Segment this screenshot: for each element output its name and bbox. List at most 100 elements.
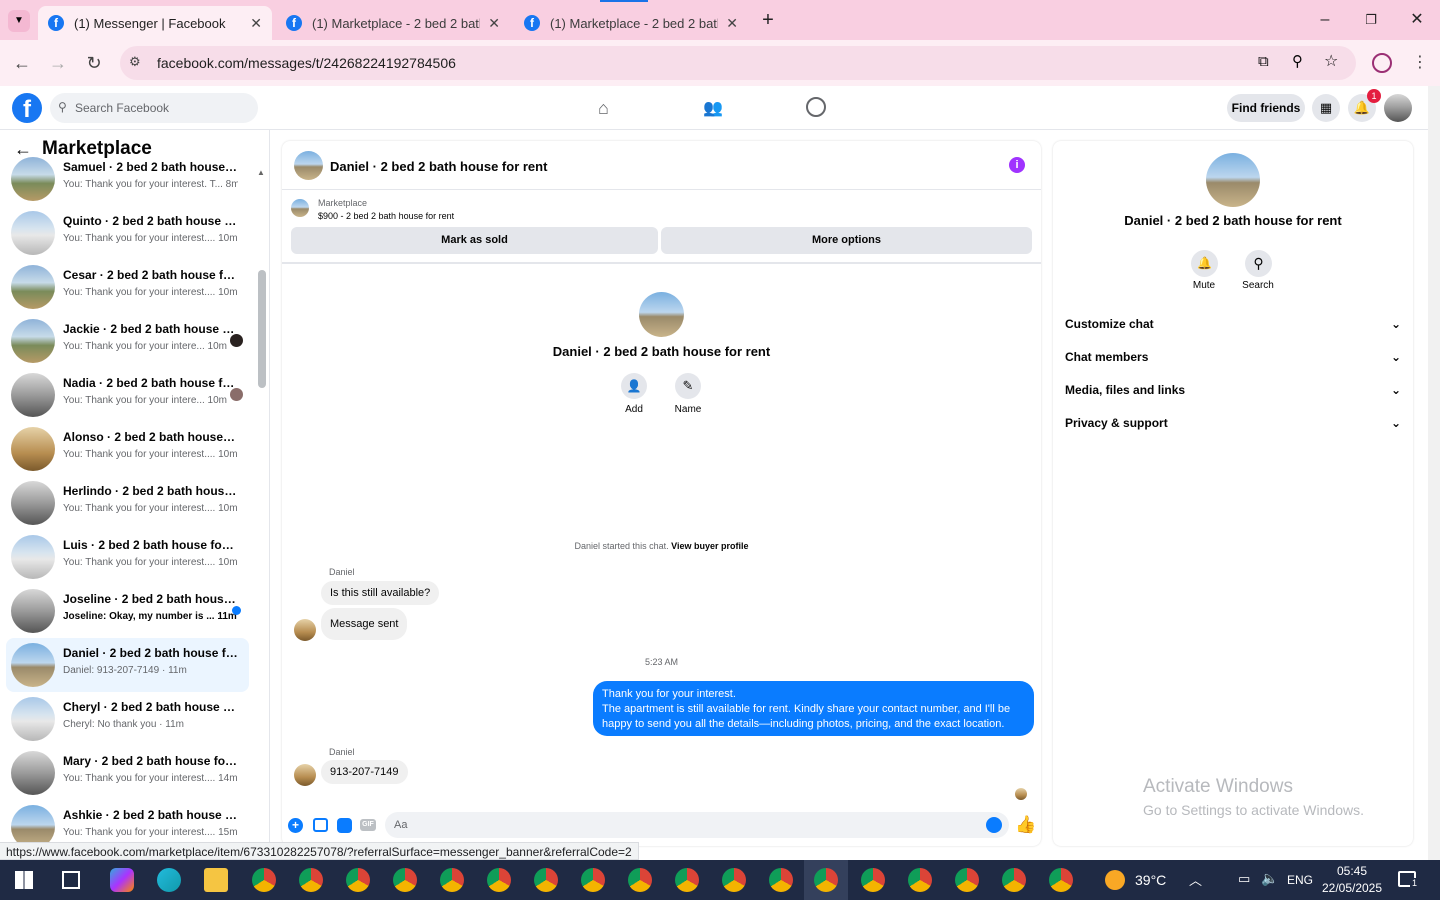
add-person-button[interactable]: 👤 (621, 373, 647, 399)
mark-as-sold-button[interactable]: Mark as sold (291, 227, 658, 254)
info-icon[interactable]: i (1009, 157, 1025, 173)
profile-icon[interactable] (1372, 53, 1392, 73)
copilot-icon[interactable] (110, 868, 134, 892)
weather-icon[interactable] (1105, 870, 1125, 890)
privacy-support-section[interactable]: Privacy & support ⌄ (1065, 416, 1401, 430)
conversation-item[interactable]: Jackie · 2 bed 2 bath house for rent You… (6, 314, 249, 368)
chrome-icon[interactable] (722, 868, 746, 892)
sender-avatar[interactable] (294, 764, 316, 786)
conversation-item[interactable]: Alonso · 2 bed 2 bath house for rent You… (6, 422, 249, 476)
conversation-item[interactable]: Herlindo · 2 bed 2 bath house for rent Y… (6, 476, 249, 530)
zoom-icon[interactable]: ⚲ (1292, 52, 1303, 70)
close-tab-icon[interactable]: ✕ (250, 15, 262, 32)
listing-thumbnail[interactable] (291, 199, 309, 217)
search-conversation-button[interactable]: ⚲ (1245, 250, 1272, 277)
friends-nav-icon[interactable]: 👥 (703, 98, 723, 118)
chrome-icon[interactable] (1049, 868, 1073, 892)
forward-icon[interactable]: → (47, 52, 69, 74)
conversation-item[interactable]: Joseline · 2 bed 2 bath house for rent J… (6, 584, 249, 638)
chrome-icon[interactable] (346, 868, 370, 892)
account-avatar[interactable] (1384, 94, 1412, 122)
close-tab-icon[interactable]: ✕ (488, 15, 500, 32)
conversation-item[interactable]: Luis · 2 bed 2 bath house for rent You: … (6, 530, 249, 584)
chat-header-title[interactable]: Daniel · 2 bed 2 bath house for rent (330, 159, 547, 174)
chrome-icon[interactable] (299, 868, 323, 892)
chrome-icon-active[interactable] (814, 868, 838, 892)
menu-grid-icon[interactable]: ▦ (1312, 94, 1340, 122)
attach-photo-icon[interactable] (313, 818, 328, 832)
back-icon[interactable]: ← (11, 52, 33, 74)
edge-icon[interactable] (157, 868, 181, 892)
new-tab-button[interactable]: + (756, 8, 780, 32)
language-indicator[interactable]: ENG (1287, 873, 1313, 887)
sidebar-scrollbar[interactable] (258, 270, 266, 388)
more-options-button[interactable]: More options (661, 227, 1032, 254)
view-buyer-profile-link[interactable]: View buyer profile (671, 541, 748, 551)
tab-marketplace-1[interactable]: f (1) Marketplace - 2 bed 2 bath h ✕ (276, 6, 510, 40)
find-friends-button[interactable]: Find friends (1227, 94, 1305, 122)
gif-icon[interactable]: GIF (360, 819, 376, 831)
conversation-item[interactable]: Quinto · 2 bed 2 bath house for rent You… (6, 206, 249, 260)
facebook-logo-icon[interactable]: f (12, 93, 42, 123)
incoming-message[interactable]: Is this still available? (321, 581, 440, 605)
conversation-item[interactable]: Samuel · 2 bed 2 bath house for rent You… (6, 152, 249, 206)
incoming-message[interactable]: 913-207-7149 (321, 760, 408, 784)
customize-chat-section[interactable]: Customize chat ⌄ (1065, 317, 1401, 331)
profile-avatar[interactable] (639, 292, 684, 337)
browser-menu-icon[interactable]: ⋮ (1412, 52, 1428, 72)
chat-members-section[interactable]: Chat members ⌄ (1065, 350, 1401, 364)
chrome-icon[interactable] (628, 868, 652, 892)
message-input[interactable]: Aa (385, 812, 1009, 838)
tray-chevron-icon[interactable]: ︿ (1189, 870, 1202, 889)
close-tab-icon[interactable]: ✕ (726, 15, 738, 32)
emoji-icon[interactable] (986, 817, 1002, 833)
like-thumb-icon[interactable]: 👍 (1015, 815, 1036, 835)
task-view-icon[interactable] (62, 871, 80, 889)
chrome-icon[interactable] (487, 868, 511, 892)
conversation-item[interactable]: Mary · 2 bed 2 bath house for rent You: … (6, 746, 249, 800)
listing-title[interactable]: $900 - 2 bed 2 bath house for rent (318, 211, 454, 221)
windows-start-icon[interactable] (15, 871, 33, 889)
site-info-icon[interactable]: ⚙ (129, 54, 141, 70)
sidebar-scroll-up-icon[interactable]: ▲ (257, 168, 265, 177)
chrome-icon[interactable] (769, 868, 793, 892)
tab-marketplace-2[interactable]: f (1) Marketplace - 2 bed 2 bath h ✕ (514, 6, 748, 40)
tab-messenger[interactable]: f (1) Messenger | Facebook ✕ (38, 6, 272, 40)
home-nav-icon[interactable]: ⌂ (598, 98, 609, 119)
incoming-message[interactable]: Message sent (321, 608, 408, 640)
bookmark-star-icon[interactable]: ☆ (1324, 51, 1338, 71)
volume-icon[interactable]: 🔈 (1261, 870, 1278, 887)
address-bar[interactable]: ⚙ facebook.com/messages/t/24268224192784… (120, 46, 1356, 80)
weather-temp[interactable]: 39°C (1135, 872, 1166, 888)
minimize-button[interactable]: – (1313, 8, 1337, 32)
chat-header-avatar[interactable] (294, 151, 323, 180)
sticker-icon[interactable] (337, 818, 352, 833)
conversation-item[interactable]: Ashkie · 2 bed 2 bath house for rent You… (6, 800, 249, 842)
info-avatar[interactable] (1206, 153, 1260, 207)
conversation-item[interactable]: Cheryl · 2 bed 2 bath house for rent Che… (6, 692, 249, 746)
chrome-icon[interactable] (252, 868, 276, 892)
outgoing-message[interactable]: Thank you for your interest. The apartme… (593, 681, 1034, 736)
groups-nav-icon[interactable] (806, 97, 826, 117)
clock-date[interactable]: 22/05/2025 (1316, 881, 1388, 895)
page-scrollbar[interactable] (1428, 86, 1440, 860)
clock-time[interactable]: 05:45 (1322, 864, 1382, 878)
chrome-icon[interactable] (675, 868, 699, 892)
file-explorer-icon[interactable] (204, 868, 228, 892)
chrome-icon[interactable] (534, 868, 558, 892)
chrome-icon[interactable] (908, 868, 932, 892)
tab-search-button[interactable]: ▼ (8, 10, 30, 32)
edit-name-button[interactable]: ✎ (675, 373, 701, 399)
chrome-icon[interactable] (1002, 868, 1026, 892)
facebook-search-input[interactable]: Search Facebook (50, 93, 258, 123)
close-window-button[interactable]: ✕ (1405, 8, 1429, 32)
chrome-icon[interactable] (393, 868, 417, 892)
conversation-item-selected[interactable]: Daniel · 2 bed 2 bath house for rent Dan… (6, 638, 249, 692)
install-app-icon[interactable]: ⧉ (1258, 53, 1269, 70)
composer-plus-icon[interactable]: + (288, 818, 303, 833)
sender-avatar[interactable] (294, 619, 316, 641)
chrome-icon[interactable] (861, 868, 885, 892)
chrome-icon[interactable] (440, 868, 464, 892)
reload-icon[interactable]: ↻ (83, 52, 105, 74)
conversation-item[interactable]: Nadia · 2 bed 2 bath house for rent You:… (6, 368, 249, 422)
